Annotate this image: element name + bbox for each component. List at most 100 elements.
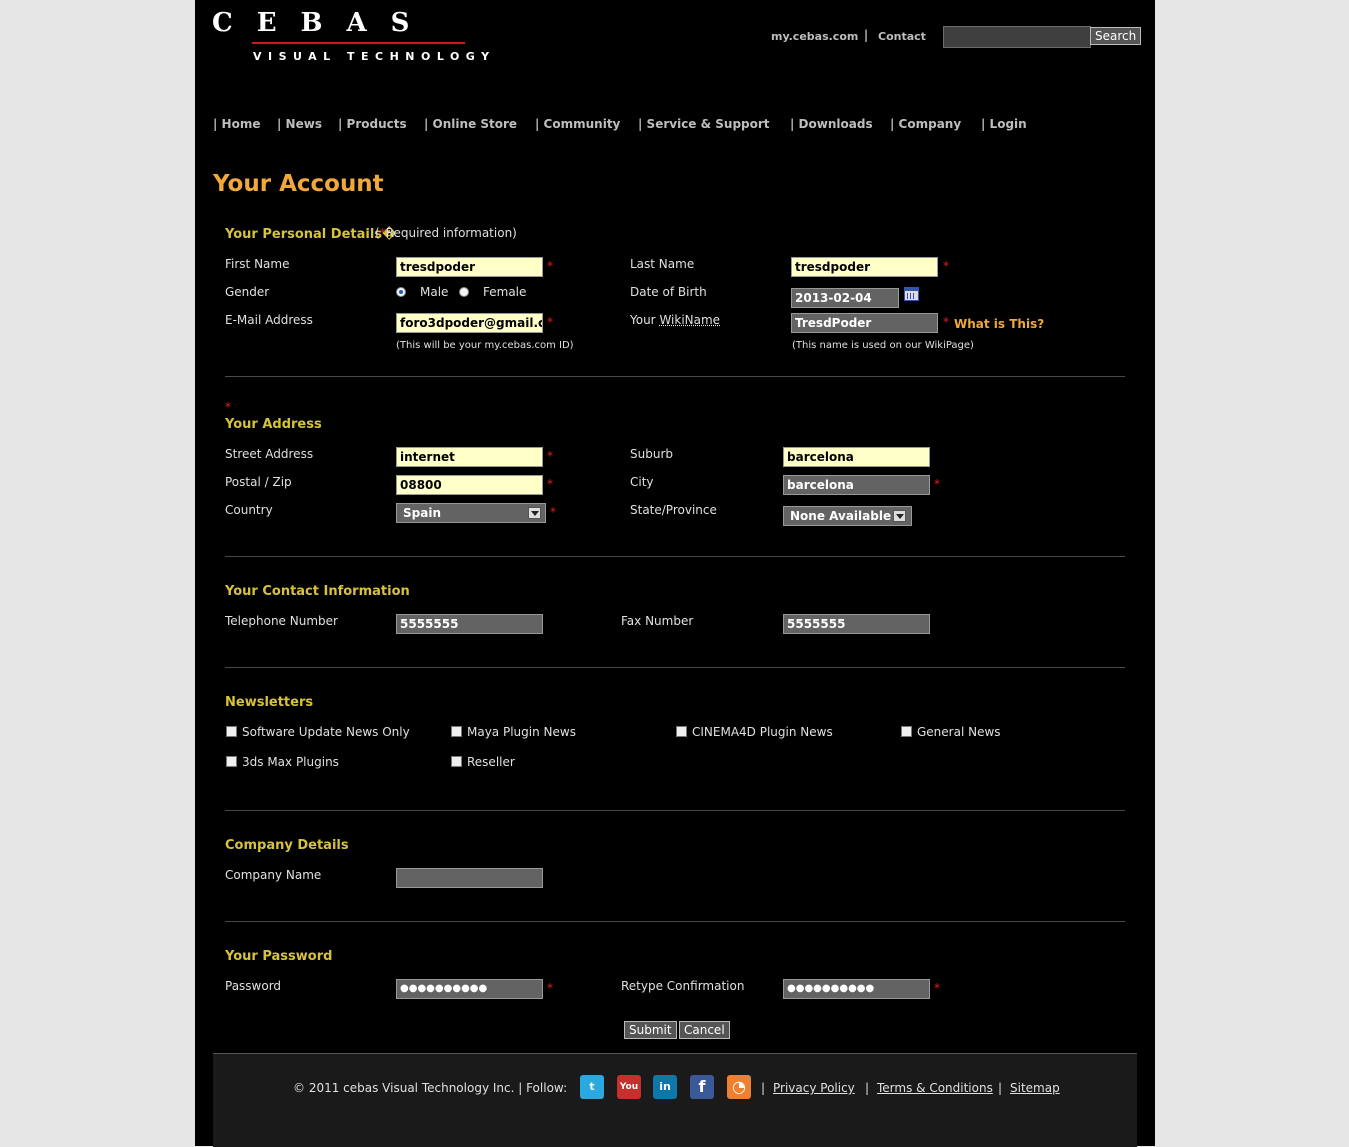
brand-logo[interactable]: CEBAS xyxy=(212,8,433,38)
newsletter-checkbox-cinema4d[interactable] xyxy=(676,726,687,737)
search-button[interactable]: Search xyxy=(1090,27,1142,45)
last-name-input[interactable]: tresdpoder xyxy=(791,257,938,277)
newsletter-label-3dsmax: 3ds Max Plugins xyxy=(242,755,339,769)
section-password-title: Your Password xyxy=(225,949,333,964)
wikiname-link[interactable]: WikiName xyxy=(659,313,720,327)
linkedin-icon[interactable]: in xyxy=(653,1075,677,1099)
country-required: * xyxy=(550,505,556,519)
logo-underline xyxy=(252,42,465,44)
zip-required: * xyxy=(547,477,553,491)
retype-input[interactable]: ●●●●●●●●●● xyxy=(783,979,930,999)
nav-login[interactable]: | Login xyxy=(981,117,1027,131)
contact-link[interactable]: Contact xyxy=(878,30,926,43)
footer-separator: | xyxy=(998,1081,1003,1095)
newsletter-checkbox-maya[interactable] xyxy=(451,726,462,737)
newsletter-checkbox-software-update[interactable] xyxy=(226,726,237,737)
password-input[interactable]: ●●●●●●●●●● xyxy=(396,979,543,999)
gender-male-label: Male xyxy=(420,285,449,299)
email-required: * xyxy=(547,315,553,329)
zip-label: Postal / Zip xyxy=(225,475,292,489)
rss-icon[interactable]: ◔ xyxy=(727,1075,751,1099)
newsletter-label-reseller: Reseller xyxy=(467,755,515,769)
phone-input[interactable]: 5555555 xyxy=(396,614,543,634)
divider xyxy=(225,921,1125,922)
street-input[interactable]: internet xyxy=(396,447,543,467)
password-label: Password xyxy=(225,979,282,993)
newsletter-checkbox-reseller[interactable] xyxy=(451,756,462,767)
youtube-icon[interactable]: You xyxy=(617,1075,641,1099)
country-label: Country xyxy=(225,503,273,517)
nav-news[interactable]: | News xyxy=(277,117,322,131)
wikiname-note: (This name is used on our WikiPage) xyxy=(792,340,974,351)
company-name-input[interactable] xyxy=(396,868,543,888)
email-input[interactable]: foro3dpoder@gmail.com xyxy=(396,313,543,333)
divider xyxy=(225,667,1125,668)
fax-input[interactable]: 5555555 xyxy=(783,614,930,634)
city-label: City xyxy=(630,475,654,489)
twitter-icon[interactable]: t xyxy=(580,1075,604,1099)
dob-input[interactable]: 2013-02-04 xyxy=(791,288,899,308)
footer-separator: | xyxy=(865,1081,870,1095)
last-name-required: * xyxy=(943,259,949,273)
nav-online-store[interactable]: | Online Store xyxy=(424,117,517,131)
chevron-down-icon[interactable] xyxy=(528,507,541,519)
calendar-icon[interactable] xyxy=(904,287,919,301)
city-input[interactable]: barcelona xyxy=(783,475,930,495)
required-note: (*Required information) xyxy=(375,226,517,240)
nav-downloads[interactable]: | Downloads xyxy=(790,117,873,131)
my-cebas-link[interactable]: my.cebas.com xyxy=(771,30,858,43)
phone-label: Telephone Number xyxy=(225,614,338,628)
first-name-required: * xyxy=(547,259,553,273)
street-required: * xyxy=(547,449,553,463)
country-value: Spain xyxy=(403,506,441,520)
email-label: E-Mail Address xyxy=(225,313,313,327)
state-select[interactable]: None Available xyxy=(783,506,912,526)
divider xyxy=(225,810,1125,811)
facebook-icon[interactable]: f xyxy=(690,1075,714,1099)
gender-female-label: Female xyxy=(483,285,527,299)
last-name-label: Last Name xyxy=(630,257,695,271)
newsletter-checkbox-3dsmax[interactable] xyxy=(226,756,237,767)
gender-label: Gender xyxy=(225,285,270,299)
section-contact-title: Your Contact Information xyxy=(225,584,410,599)
retype-required: * xyxy=(934,981,940,995)
first-name-input[interactable]: tresdpoder xyxy=(396,257,543,277)
nav-home[interactable]: | Home xyxy=(213,117,261,131)
search-input[interactable] xyxy=(943,26,1091,48)
wikiname-label: Your WikiName xyxy=(630,313,721,327)
gender-female-radio[interactable] xyxy=(459,287,469,297)
sitemap-link[interactable]: Sitemap xyxy=(1010,1081,1060,1095)
retype-label: Retype Confirmation xyxy=(621,979,745,993)
newsletter-label-software-update: Software Update News Only xyxy=(242,725,410,739)
section-newsletters-title: Newsletters xyxy=(225,695,314,710)
zip-input[interactable]: 08800 xyxy=(396,475,543,495)
page: CEBAS VISUAL TECHNOLOGY my.cebas.com | C… xyxy=(195,0,1155,1147)
wikiname-input[interactable]: TresdPoder xyxy=(791,313,938,333)
nav-company[interactable]: | Company xyxy=(890,117,961,131)
nav-products[interactable]: | Products xyxy=(338,117,407,131)
gender-male-radio[interactable] xyxy=(396,287,406,297)
terms-conditions-link[interactable]: Terms & Conditions xyxy=(877,1081,993,1095)
state-label: State/Province xyxy=(630,503,717,517)
footer-separator: | xyxy=(761,1081,766,1095)
suburb-input[interactable]: barcelona xyxy=(783,447,930,467)
chevron-down-icon[interactable] xyxy=(893,510,906,522)
suburb-label: Suburb xyxy=(630,447,673,461)
country-select[interactable]: Spain xyxy=(396,503,546,523)
company-name-label: Company Name xyxy=(225,868,322,882)
state-value: None Available xyxy=(790,509,892,523)
cancel-button[interactable]: Cancel xyxy=(679,1021,730,1039)
dob-label: Date of Birth xyxy=(630,285,707,299)
top-separator: | xyxy=(864,28,869,42)
what-is-this-link[interactable]: What is This? xyxy=(954,317,1044,331)
fax-label: Fax Number xyxy=(621,614,694,628)
nav-community[interactable]: | Community xyxy=(535,117,620,131)
privacy-policy-link[interactable]: Privacy Policy xyxy=(773,1081,855,1095)
submit-button[interactable]: Submit xyxy=(624,1021,677,1039)
street-label: Street Address xyxy=(225,447,314,461)
newsletter-label-cinema4d: CINEMA4D Plugin News xyxy=(692,725,833,739)
nav-service-support[interactable]: | Service & Support xyxy=(638,117,770,131)
newsletter-label-maya: Maya Plugin News xyxy=(467,725,576,739)
newsletter-checkbox-general[interactable] xyxy=(901,726,912,737)
brand-tagline: VISUAL TECHNOLOGY xyxy=(253,50,496,63)
